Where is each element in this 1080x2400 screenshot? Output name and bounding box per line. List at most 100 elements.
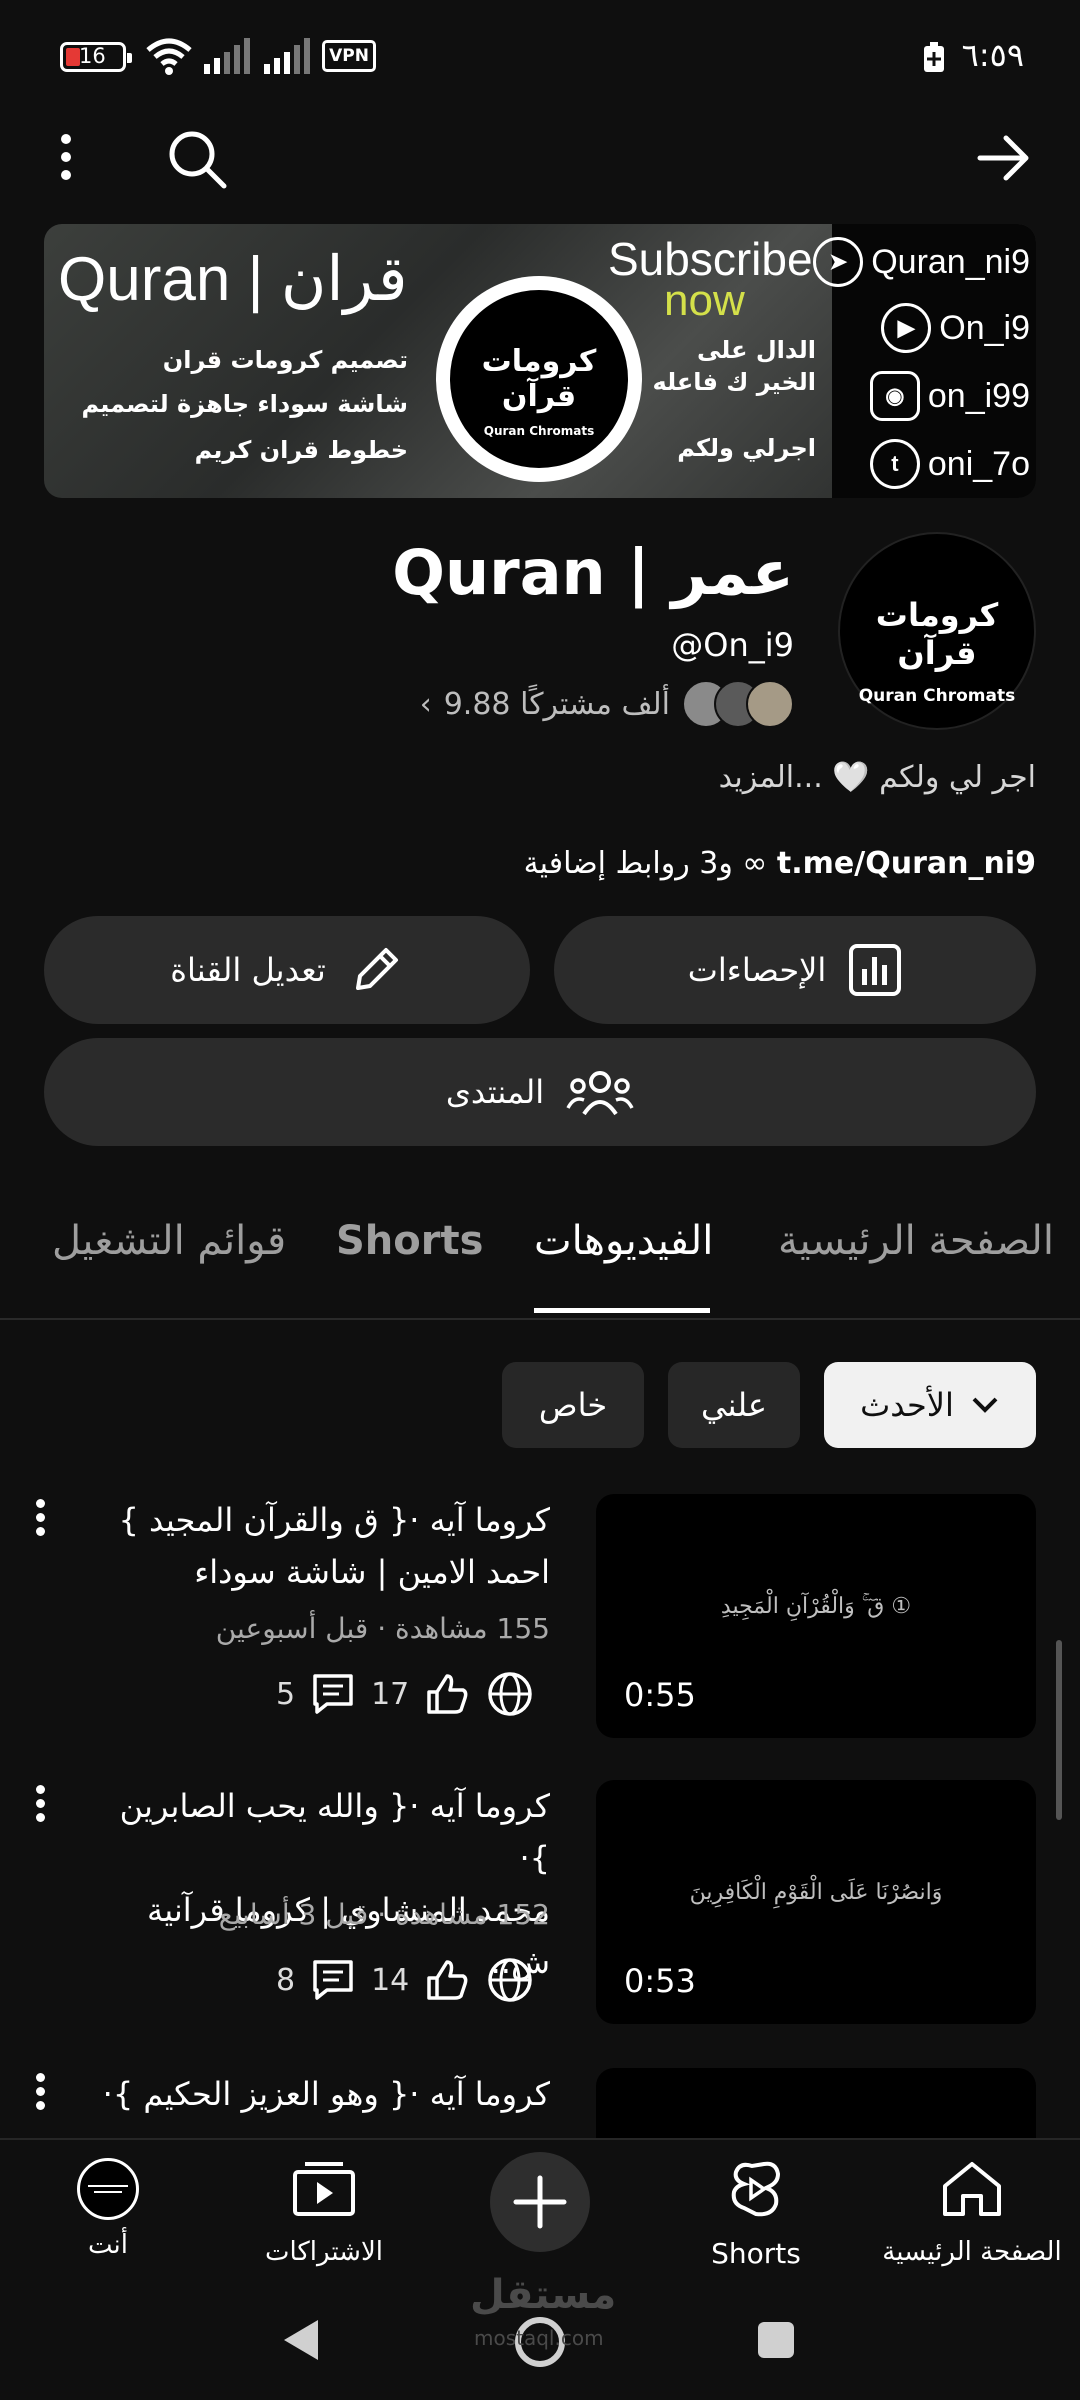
nav-you[interactable]: أنت [8,2158,208,2260]
banner-ajr: اجرلي ولكم [677,434,816,462]
nav-subscriptions-label: الاشتراكات [264,2237,384,2267]
channel-avatar[interactable]: كرومات قرآن Quran Chromats [838,532,1036,730]
tumblr-icon: t [869,439,920,489]
pencil-icon [355,948,398,990]
home-icon [943,2162,1001,2216]
subscriber-avatars [682,680,794,728]
nav-shorts-label: Shorts [711,2237,801,2270]
thumbs-up-icon [427,1960,468,2000]
banner-feature-1: تصميم كرومات قران [162,346,408,374]
chevron-left-icon: ‹ [419,686,432,722]
chip-latest[interactable]: الأحدث [824,1362,1036,1448]
channel-description[interactable]: اجر لي ولكم 🤍 ...المزيد [719,760,1036,795]
community-button[interactable]: المنتدى [44,1038,1036,1146]
create-button[interactable] [490,2152,590,2252]
comment-count: 5 [276,1676,296,1712]
video-duration: 0:53 [624,1962,696,2000]
like-count: 14 [371,1962,410,1998]
chip-private[interactable]: خاص [502,1362,644,1448]
video-stats-2: 14 8 [276,1952,535,2008]
nav-home[interactable]: الصفحة الرئيسية [872,2158,1072,2267]
chip-public[interactable]: علني [668,1362,800,1448]
banner-feature-2: شاشة سوداء جاهزة لتصميم [81,390,408,418]
like-count: 17 [371,1676,410,1712]
back-arrow-icon[interactable] [976,132,1032,184]
status-bar: 16 VPN ٦:٥٩ [0,0,1080,110]
youtube-row: ▶ On_i9 [881,300,1030,356]
video-meta-2: 152 مشاهدة · قبل 3 أسابيع [218,1898,550,1931]
globe-icon [488,1958,533,2002]
globe-icon [488,1672,533,1716]
banner-socials: ➤ Quran_ni9 ▶ On_i9 ◉ on_i99 t oni_7o [813,224,1036,498]
people-icon [566,1071,634,1116]
nav-home-label: الصفحة الرئيسية [882,2237,1062,2267]
plus-icon [513,2175,567,2229]
more-options-icon[interactable] [56,132,76,190]
bar-chart-icon [849,944,902,996]
thumbnail-caption: وَانصُرْنَا عَلَى الْقَوْمِ الْكَافِرِين… [689,1880,943,1905]
video-menu-icon-1[interactable] [36,1494,48,1541]
instagram-row: ◉ on_i99 [869,368,1030,424]
chevron-down-icon [972,1397,998,1413]
tumblr-row: t oni_7o [869,436,1030,492]
video-duration: 0:55 [624,1676,696,1714]
analytics-label: الإحصاءات [687,951,827,989]
recents-icon[interactable] [756,2320,796,2360]
channel-link[interactable]: t.me/Quran_ni9 [777,846,1036,881]
shorts-icon [731,2161,781,2217]
analytics-button[interactable]: الإحصاءات [554,916,1036,1024]
video-thumbnail-3[interactable] [596,2068,1036,2138]
battery-saver-icon [924,42,944,72]
thumbnail-caption: قٓ ۚ وَالْقُرْآنِ الْمَجِيدِ ① [720,1594,912,1619]
telegram-row: ➤ Quran_ni9 [813,234,1030,290]
signal-icon-2 [264,38,310,74]
back-icon[interactable] [280,2316,322,2364]
banner-feature-3: خطوط قران كريم [194,436,408,464]
clock: ٦:٥٩ [961,36,1024,74]
video-thumbnail-2[interactable]: وَانصُرْنَا عَلَى الْقَوْمِ الْكَافِرِين… [596,1780,1036,2024]
channel-links[interactable]: t.me/Quran_ni9 ∞ و3 روابط إضافية [524,846,1036,881]
more-links[interactable]: و3 روابط إضافية [524,846,733,881]
channel-name: Quran | عمر [392,536,794,609]
subscriber-text: 9.88 ألف مشتركًا [443,686,670,722]
video-menu-icon-3[interactable] [36,2068,48,2115]
nav-you-label: أنت [88,2230,128,2260]
nav-shorts[interactable]: Shorts [656,2158,856,2270]
video-stats-1: 17 5 [276,1666,535,1722]
video-title-3[interactable]: كروما آيه ·{ وهو العزيز الحكيم }· [90,2068,550,2120]
tab-videos[interactable]: الفيديوهات [534,1218,713,1264]
edit-channel-button[interactable]: تعديل القناة [44,916,530,1024]
banner-title: Quran | قران [58,245,408,314]
tab-indicator [534,1308,710,1313]
comment-count: 8 [276,1962,296,1998]
watermark: مستقل [470,2272,617,2318]
channel-handle: @On_i9 [671,626,794,664]
signal-icon [204,38,250,74]
nav-subscriptions[interactable]: الاشتراكات [224,2158,424,2267]
scrollbar[interactable] [1056,1640,1062,1820]
banner-now: now [664,276,745,325]
tab-playlists[interactable]: قوائم التشغيل [52,1218,286,1264]
community-label: المنتدى [445,1073,545,1111]
banner-logo: كرومات قرآن Quran Chromats [436,276,642,482]
comment-icon [313,1960,353,2000]
banner-dal-2: الخير ك فاعله [652,368,816,396]
watermark-url: mostaql.com [474,2326,604,2350]
profile-avatar-icon [77,2158,139,2220]
video-thumbnail-1[interactable]: قٓ ۚ وَالْقُرْآنِ الْمَجِيدِ ① 0:55 [596,1494,1036,1738]
video-menu-icon-2[interactable] [36,1780,48,1827]
tab-shorts[interactable]: Shorts [336,1218,483,1264]
subscriber-count[interactable]: ‹ 9.88 ألف مشتركًا [420,680,794,728]
channel-banner: Quran | قران تصميم كرومات قران شاشة سودا… [44,224,1036,498]
tab-home[interactable]: الصفحة الرئيسية [778,1218,1054,1264]
comment-icon [313,1674,353,1714]
telegram-icon: ➤ [813,237,864,287]
battery-icon: 16 [60,42,132,72]
video-title-1[interactable]: كروما آيه ·{ ق والقرآن المجيد } احمد الام… [90,1494,550,1598]
youtube-icon: ▶ [881,303,932,353]
video-meta-1: 155 مشاهدة · قبل أسبوعين [215,1612,550,1645]
chip-latest-label: الأحدث [860,1386,954,1424]
instagram-icon: ◉ [869,371,920,421]
search-icon[interactable] [166,128,230,192]
thumbs-up-icon [427,1674,468,1714]
